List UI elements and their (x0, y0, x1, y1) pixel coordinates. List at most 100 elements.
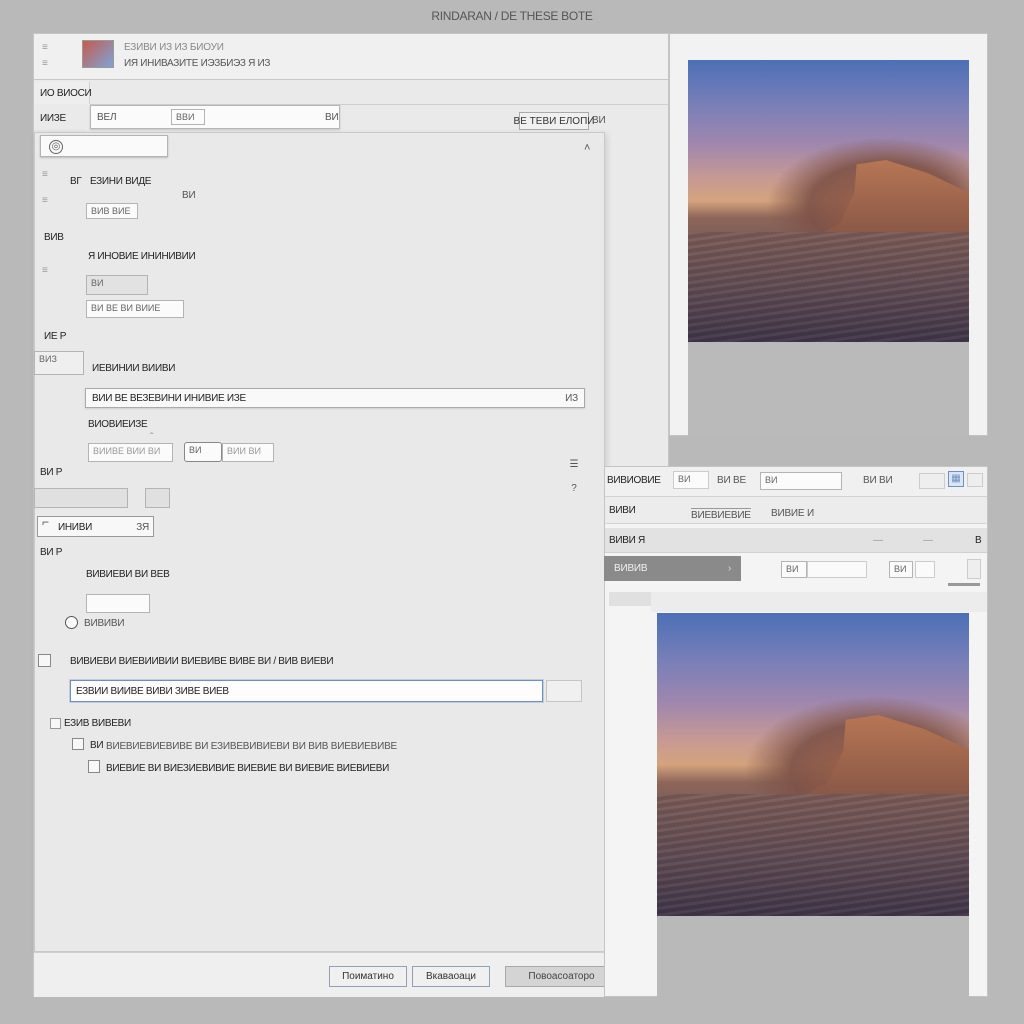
small-select[interactable]: ⌐ ИНИВИ ЗЯ (37, 515, 154, 537)
preview-gray-top (688, 342, 969, 436)
footer-button-3[interactable]: Повоасоаторо (505, 966, 618, 987)
right-row5-chip (609, 592, 651, 606)
right-row4-scroll[interactable] (967, 559, 981, 579)
right-row3-dash2: — (923, 535, 933, 546)
radio-button[interactable] (65, 616, 78, 629)
checkbox-1[interactable] (38, 654, 51, 667)
collapse-icon[interactable]: ˄ (584, 143, 590, 154)
right-tab2[interactable]: ВИ (673, 471, 709, 489)
side-field-c[interactable] (145, 488, 170, 508)
grid-view-icon[interactable]: ▦ (948, 471, 964, 487)
right-row4-field[interactable] (807, 561, 867, 578)
small-select-arrow: ЗЯ (136, 522, 149, 533)
right-row2-b[interactable]: ВИВИЕ И (771, 508, 814, 519)
field-c[interactable]: ВИИ ВИ (222, 443, 274, 462)
section5-title: ВИВИЕВИ ВИ ВЕВ (86, 569, 170, 580)
section1-title: ЕЗИНИ ВИДЕ (90, 176, 152, 187)
field-d[interactable] (86, 594, 150, 613)
text-input-value: ЕЗВИИ ВИИВЕ ВИВИ ЗИВЕ ВИЕВ (76, 686, 229, 697)
section3-title: ИЕВИНИИ ВИИВИ (92, 363, 176, 374)
toolbar-right-suffix: ВИ (592, 115, 606, 126)
section3-side-b: ВИЗ (39, 354, 57, 364)
search-end: ВИ (325, 112, 339, 123)
right-tab5: ВИ ВИ (863, 475, 893, 486)
right-toolbar: ВИВИОВИЕ ВИ ВИ ВЕ ВИ ВИ ВИ ▦ (605, 467, 987, 497)
preview-image-bottom (657, 613, 969, 916)
right-row2: ВИВИ ВИЕВИЕВИЕ ВИВИЕ И (605, 497, 987, 524)
right-tab1: ВИВИОВИЕ (607, 475, 661, 486)
window-title: RINDARAN / DE THESE BOTE (431, 9, 593, 23)
tab-main-label: ИО ВИОСИ (40, 88, 92, 99)
footer-button-2[interactable]: Вкаваоаци (412, 966, 490, 987)
side-field-b[interactable] (34, 488, 128, 508)
header-line2: ИЯ ИНИВАЗИТЕ ИЭЗБИЭЗ Я ИЗ (124, 58, 271, 69)
globe-icon: ◎ (49, 140, 63, 154)
section2-field-b[interactable]: ВИ ВЕ ВИ ВИИЕ (86, 300, 184, 318)
help-icon[interactable]: ? (568, 482, 580, 496)
checkbox-4[interactable] (88, 760, 100, 773)
header-menu-icon: ≡ (42, 58, 48, 69)
right-selected-row[interactable]: ВИВИВ › (604, 556, 741, 581)
small-select-value: ИНИВИ (58, 522, 92, 533)
right-row4: ВИ ВИ (741, 556, 987, 586)
checkbox-2-label: ЕЗИВ ВИВЕВИ (64, 718, 131, 729)
right-toolbar-field[interactable] (919, 473, 945, 489)
right-row4-b[interactable]: ВИ (889, 561, 913, 578)
text-input[interactable]: ЕЗВИИ ВИИВЕ ВИВИ ЗИВЕ ВИЕВ (70, 680, 543, 702)
section1-num: ВГ (70, 176, 82, 187)
search-prefix: ИИЗЕ (40, 113, 66, 124)
side-icon-b: ≡ (42, 195, 48, 206)
header-icon: ≡ (42, 42, 48, 53)
side-a: ВИ Р (40, 467, 63, 478)
side-d: ВИ Р (40, 547, 63, 558)
text-input-spinner[interactable] (546, 680, 582, 702)
checkbox-3-num: ВИ (90, 740, 104, 751)
field-a[interactable]: ВИИВЕ ВИИ ВИ (88, 443, 173, 462)
section1-field[interactable]: ВИВ ВИЕ (86, 203, 138, 219)
header-line1: ЕЗИВИ ИЗ ИЗ БИОУИ (124, 42, 224, 53)
search-input[interactable]: ВЕЛ ВВИ ВИ (90, 105, 340, 129)
section2-field-a[interactable]: ВИ (86, 275, 148, 295)
checkbox-1-label: ВИВИЕВИ ВИЕВИИВИИ ВИЕВИВЕ ВИВЕ ВИ / ВИВ … (70, 656, 334, 667)
right-row5 (651, 592, 987, 612)
right-row4-indicator (948, 583, 980, 586)
right-row3-label: ВИВИ Я (609, 535, 645, 546)
side-icon-a: ≡ (42, 169, 48, 180)
right-row4-a[interactable]: ВИ (781, 561, 807, 578)
section3-side-a: ИЕ Р (44, 331, 67, 342)
checkbox-3[interactable] (72, 738, 84, 750)
window-header: ≡ ≡ ЕЗИВИ ИЗ ИЗ БИОУИ ИЯ ИНИВАЗИТЕ ИЭЗБИ… (34, 34, 668, 80)
right-row3-num: В (975, 535, 982, 546)
footer-button-1[interactable]: Поиматино (329, 966, 407, 987)
preview-gray-bottom (657, 916, 969, 997)
dropdown-select[interactable]: ВИИ ВЕ ВЕЗЕВИНИ ИНИВИЕ ИЗЕ ИЗ (85, 388, 585, 408)
right-row3-dash: — (873, 535, 883, 546)
checkbox-4-label: ВИЕВИЕ ВИ ВИЕЗИЕВИВИЕ ВИЕВИЕ ВИ ВИЕВИЕ В… (106, 763, 389, 774)
right-row4-field2[interactable] (915, 561, 935, 578)
section4-title: ВИОВИЕИЗЕ (88, 419, 148, 430)
toolbar-right-button[interactable]: ВЕ ТЕВИ ЕЛОПИ (514, 112, 594, 130)
section4-caret-icon: ˆ (150, 432, 154, 443)
section3-side-box[interactable]: ВИЗ (34, 351, 84, 375)
section2-title: Я ИНОВИЕ ИНИНИВИИ (88, 251, 196, 262)
dropdown-arrow-icon: ИЗ (565, 393, 578, 404)
search-chip[interactable]: ВВИ (171, 109, 205, 125)
checkbox-2[interactable] (50, 718, 61, 729)
right-tab3: ВИ ВЕ (717, 475, 746, 486)
right-row2-a[interactable]: ВИЕВИЕВИЕ (691, 508, 751, 521)
panel-selector[interactable]: ◎ (40, 135, 168, 157)
app-logo-icon (82, 40, 114, 68)
list-view-icon[interactable] (967, 473, 983, 487)
list-icon[interactable]: ☰ (568, 458, 580, 472)
section1-side: ВИВ (44, 232, 64, 243)
search-value: ВЕЛ (97, 112, 117, 123)
dropdown-value: ВИИ ВЕ ВЕЗЕВИНИ ИНИВИЕ ИЗЕ (92, 393, 246, 404)
radio-label: ВИВИВИ (84, 618, 125, 629)
dunes-shape-top (688, 232, 969, 342)
preview-image-top (688, 60, 969, 342)
tab-main[interactable]: ИО ВИОСИ (34, 82, 92, 104)
right-tab4[interactable]: ВИ (760, 472, 842, 490)
section1-note: ВИ (182, 190, 196, 201)
field-b[interactable]: ВИ (184, 442, 222, 462)
side-icon-c: ≡ (42, 265, 48, 276)
